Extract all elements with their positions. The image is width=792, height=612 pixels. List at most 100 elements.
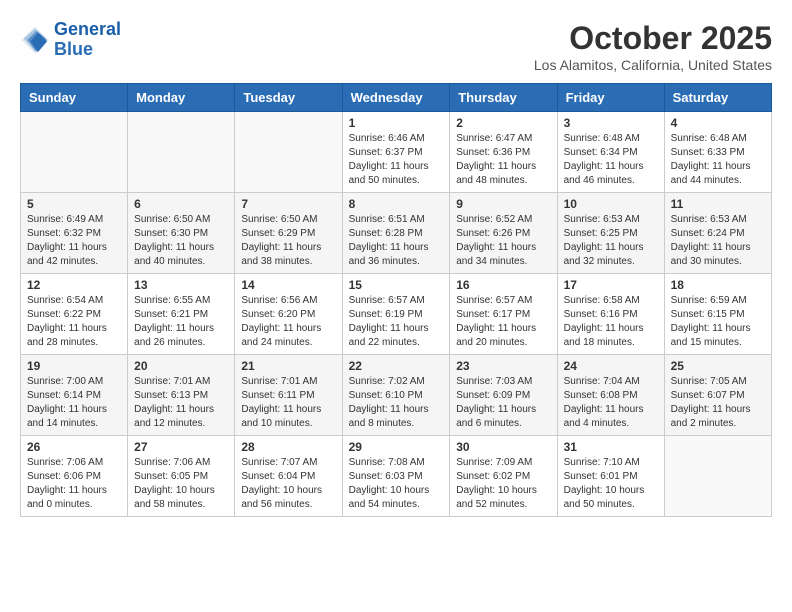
- day-info: Sunrise: 6:56 AM Sunset: 6:20 PM Dayligh…: [241, 294, 335, 350]
- day-info: Sunrise: 6:46 AM Sunset: 6:37 PM Dayligh…: [349, 132, 444, 188]
- calendar-cell: 9 Sunrise: 6:52 AM Sunset: 6:26 PM Daylig…: [450, 193, 557, 274]
- calendar-cell: 15 Sunrise: 6:57 AM Sunset: 6:19 PM Dayli…: [342, 274, 450, 355]
- calendar-cell: 21 Sunrise: 7:01 AM Sunset: 6:11 PM Dayli…: [235, 355, 342, 436]
- day-info: Sunrise: 6:57 AM Sunset: 6:17 PM Dayligh…: [456, 294, 550, 350]
- day-info: Sunrise: 7:05 AM Sunset: 6:07 PM Dayligh…: [671, 375, 765, 431]
- day-number: 1: [349, 116, 444, 130]
- day-info: Sunrise: 6:54 AM Sunset: 6:22 PM Dayligh…: [27, 294, 121, 350]
- calendar-cell: 19 Sunrise: 7:00 AM Sunset: 6:14 PM Dayli…: [21, 355, 128, 436]
- calendar-week-5: 26Sunrise: 7:06 AM Sunset: 6:06 PM Dayli…: [21, 436, 772, 517]
- calendar-cell: 4 Sunrise: 6:48 AM Sunset: 6:33 PM Daylig…: [664, 112, 771, 193]
- logo-line2: Blue: [54, 39, 93, 59]
- calendar-cell: 25 Sunrise: 7:05 AM Sunset: 6:07 PM Dayli…: [664, 355, 771, 436]
- day-number: 30: [456, 440, 550, 454]
- day-info: Sunrise: 6:53 AM Sunset: 6:24 PM Dayligh…: [671, 213, 765, 269]
- day-number: 24: [564, 359, 658, 373]
- day-info: Sunrise: 6:59 AM Sunset: 6:15 PM Dayligh…: [671, 294, 765, 350]
- calendar-cell: 2 Sunrise: 6:47 AM Sunset: 6:36 PM Daylig…: [450, 112, 557, 193]
- day-number: 18: [671, 278, 765, 292]
- calendar-cell: 11 Sunrise: 6:53 AM Sunset: 6:24 PM Dayli…: [664, 193, 771, 274]
- day-number: 12: [27, 278, 121, 292]
- day-number: 17: [564, 278, 658, 292]
- weekday-header-monday: Monday: [128, 84, 235, 112]
- calendar-cell: 17Sunrise: 6:58 AM Sunset: 6:16 PM Dayli…: [557, 274, 664, 355]
- day-number: 7: [241, 197, 335, 211]
- location: Los Alamitos, California, United States: [534, 57, 772, 73]
- calendar-week-3: 12 Sunrise: 6:54 AM Sunset: 6:22 PM Dayli…: [21, 274, 772, 355]
- day-number: 22: [349, 359, 444, 373]
- day-number: 13: [134, 278, 228, 292]
- weekday-header-thursday: Thursday: [450, 84, 557, 112]
- day-info: Sunrise: 7:01 AM Sunset: 6:11 PM Dayligh…: [241, 375, 335, 431]
- weekday-header-wednesday: Wednesday: [342, 84, 450, 112]
- weekday-header-sunday: Sunday: [21, 84, 128, 112]
- calendar-cell: 29 Sunrise: 7:08 AM Sunset: 6:03 PM Dayli…: [342, 436, 450, 517]
- day-info: Sunrise: 6:55 AM Sunset: 6:21 PM Dayligh…: [134, 294, 228, 350]
- day-number: 20: [134, 359, 228, 373]
- calendar-cell: 1 Sunrise: 6:46 AM Sunset: 6:37 PM Daylig…: [342, 112, 450, 193]
- calendar-cell: 26Sunrise: 7:06 AM Sunset: 6:06 PM Dayli…: [21, 436, 128, 517]
- day-number: 9: [456, 197, 550, 211]
- calendar-cell: 3Sunrise: 6:48 AM Sunset: 6:34 PM Daylig…: [557, 112, 664, 193]
- day-number: 29: [349, 440, 444, 454]
- day-info: Sunrise: 7:00 AM Sunset: 6:14 PM Dayligh…: [27, 375, 121, 431]
- weekday-header-saturday: Saturday: [664, 84, 771, 112]
- day-info: Sunrise: 7:07 AM Sunset: 6:04 PM Dayligh…: [241, 456, 335, 512]
- day-info: Sunrise: 6:48 AM Sunset: 6:33 PM Dayligh…: [671, 132, 765, 188]
- calendar-cell: 23Sunrise: 7:03 AM Sunset: 6:09 PM Dayli…: [450, 355, 557, 436]
- day-info: Sunrise: 7:06 AM Sunset: 6:05 PM Dayligh…: [134, 456, 228, 512]
- calendar-cell: 30Sunrise: 7:09 AM Sunset: 6:02 PM Dayli…: [450, 436, 557, 517]
- calendar-cell: 5Sunrise: 6:49 AM Sunset: 6:32 PM Daylig…: [21, 193, 128, 274]
- day-number: 19: [27, 359, 121, 373]
- title-block: October 2025 Los Alamitos, California, U…: [534, 20, 772, 73]
- calendar-cell: 12 Sunrise: 6:54 AM Sunset: 6:22 PM Dayli…: [21, 274, 128, 355]
- calendar-cell: [128, 112, 235, 193]
- day-number: 25: [671, 359, 765, 373]
- day-info: Sunrise: 7:04 AM Sunset: 6:08 PM Dayligh…: [564, 375, 658, 431]
- day-info: Sunrise: 6:57 AM Sunset: 6:19 PM Dayligh…: [349, 294, 444, 350]
- day-info: Sunrise: 6:51 AM Sunset: 6:28 PM Dayligh…: [349, 213, 444, 269]
- calendar-cell: 18 Sunrise: 6:59 AM Sunset: 6:15 PM Dayli…: [664, 274, 771, 355]
- day-number: 10: [564, 197, 658, 211]
- day-info: Sunrise: 6:52 AM Sunset: 6:26 PM Dayligh…: [456, 213, 550, 269]
- logo-text: General Blue: [54, 20, 121, 60]
- day-number: 16: [456, 278, 550, 292]
- calendar-cell: 7Sunrise: 6:50 AM Sunset: 6:29 PM Daylig…: [235, 193, 342, 274]
- calendar-week-4: 19 Sunrise: 7:00 AM Sunset: 6:14 PM Dayli…: [21, 355, 772, 436]
- calendar-cell: [664, 436, 771, 517]
- calendar-cell: 31Sunrise: 7:10 AM Sunset: 6:01 PM Dayli…: [557, 436, 664, 517]
- calendar-cell: [235, 112, 342, 193]
- day-info: Sunrise: 7:01 AM Sunset: 6:13 PM Dayligh…: [134, 375, 228, 431]
- calendar-cell: 27Sunrise: 7:06 AM Sunset: 6:05 PM Dayli…: [128, 436, 235, 517]
- day-number: 4: [671, 116, 765, 130]
- calendar-table: SundayMondayTuesdayWednesdayThursdayFrid…: [20, 83, 772, 517]
- page-header: General Blue October 2025 Los Alamitos, …: [20, 20, 772, 73]
- logo: General Blue: [20, 20, 121, 60]
- month-title: October 2025: [534, 20, 772, 57]
- calendar-cell: 14 Sunrise: 6:56 AM Sunset: 6:20 PM Dayli…: [235, 274, 342, 355]
- day-info: Sunrise: 6:47 AM Sunset: 6:36 PM Dayligh…: [456, 132, 550, 188]
- day-info: Sunrise: 7:08 AM Sunset: 6:03 PM Dayligh…: [349, 456, 444, 512]
- logo-line1: General: [54, 19, 121, 39]
- day-number: 8: [349, 197, 444, 211]
- calendar-week-2: 5Sunrise: 6:49 AM Sunset: 6:32 PM Daylig…: [21, 193, 772, 274]
- day-number: 5: [27, 197, 121, 211]
- logo-icon: [20, 25, 50, 55]
- day-number: 15: [349, 278, 444, 292]
- day-number: 26: [27, 440, 121, 454]
- calendar-cell: 13 Sunrise: 6:55 AM Sunset: 6:21 PM Dayli…: [128, 274, 235, 355]
- day-number: 6: [134, 197, 228, 211]
- day-number: 3: [564, 116, 658, 130]
- calendar-cell: 16 Sunrise: 6:57 AM Sunset: 6:17 PM Dayli…: [450, 274, 557, 355]
- day-info: Sunrise: 7:03 AM Sunset: 6:09 PM Dayligh…: [456, 375, 550, 431]
- day-number: 14: [241, 278, 335, 292]
- day-info: Sunrise: 7:10 AM Sunset: 6:01 PM Dayligh…: [564, 456, 658, 512]
- day-info: Sunrise: 6:53 AM Sunset: 6:25 PM Dayligh…: [564, 213, 658, 269]
- day-info: Sunrise: 7:02 AM Sunset: 6:10 PM Dayligh…: [349, 375, 444, 431]
- day-number: 21: [241, 359, 335, 373]
- calendar-cell: 24 Sunrise: 7:04 AM Sunset: 6:08 PM Dayli…: [557, 355, 664, 436]
- calendar-cell: [21, 112, 128, 193]
- day-number: 2: [456, 116, 550, 130]
- day-number: 11: [671, 197, 765, 211]
- weekday-header-friday: Friday: [557, 84, 664, 112]
